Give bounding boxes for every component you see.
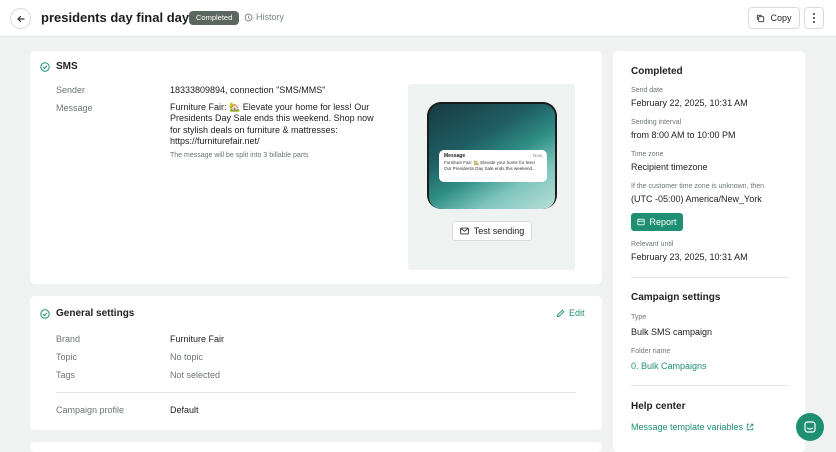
relevant-until-value: February 23, 2025, 10:31 AM — [631, 252, 748, 262]
history-link[interactable]: History — [244, 12, 284, 22]
template-variables-link[interactable]: Message template variables — [631, 422, 754, 432]
phone-preview: Message Now Furniture Fair: 🏡 Elevate yo… — [408, 84, 575, 270]
help-center-title: Help center — [631, 401, 686, 412]
phone-frame: Message Now Furniture Fair: 🏡 Elevate yo… — [427, 102, 557, 209]
topic-value: No topic — [170, 352, 204, 362]
brand-label: Brand — [56, 334, 81, 344]
notification-preview: Message Now Furniture Fair: 🏡 Elevate yo… — [439, 150, 547, 182]
check-circle-icon — [40, 61, 50, 72]
brand-value: Furniture Fair — [170, 334, 225, 344]
sending-interval-value: from 8:00 AM to 10:00 PM — [631, 130, 736, 140]
message-label: Message — [56, 103, 93, 113]
divider — [631, 385, 788, 386]
campaign-profile-value: Default — [170, 405, 199, 415]
status-badge: Completed — [189, 11, 240, 25]
relevant-until-label: Relevant until — [631, 241, 674, 248]
more-options-button[interactable] — [804, 7, 824, 29]
external-link-icon — [746, 423, 754, 431]
page-title: presidents day final days — [41, 10, 197, 25]
general-settings-card: General settings Edit Brand Furniture Fa… — [30, 296, 602, 430]
chat-icon — [804, 421, 816, 433]
copy-label: Copy — [770, 13, 792, 23]
campaign-settings-title: Campaign settings — [631, 292, 721, 303]
type-label: Type — [631, 314, 647, 321]
folder-name-label: Folder name — [631, 348, 671, 355]
notification-title: Message — [444, 153, 466, 159]
split-note: The message will be split into 3 billabl… — [170, 152, 309, 159]
topic-label: Topic — [56, 352, 78, 362]
history-icon — [244, 13, 253, 21]
edit-button[interactable]: Edit — [556, 308, 585, 318]
sender-label: Sender — [56, 85, 86, 95]
check-circle-icon — [40, 308, 50, 319]
back-button[interactable] — [10, 8, 31, 29]
tags-value: Not selected — [170, 370, 221, 380]
more-vertical-icon — [813, 13, 815, 23]
chat-support-button[interactable] — [796, 413, 824, 441]
report-icon — [637, 218, 646, 226]
message-text: Furniture Fair: 🏡 Elevate your home for … — [170, 102, 374, 147]
edit-label: Edit — [569, 308, 585, 318]
template-variables-label: Message template variables — [631, 422, 744, 432]
unknown-tz-label: If the customer time zone is unknown, th… — [631, 183, 765, 190]
notification-time: Now — [532, 153, 542, 158]
tags-label: Tags — [56, 370, 76, 380]
test-sending-label: Test sending — [473, 226, 525, 236]
next-card — [30, 442, 602, 452]
status-title: Completed — [631, 66, 683, 77]
summary-sidebar: Completed Send date February 22, 2025, 1… — [613, 51, 805, 452]
time-zone-value: Recipient timezone — [631, 162, 708, 172]
copy-icon — [757, 14, 765, 22]
campaign-profile-label: Campaign profile — [56, 405, 125, 415]
sender-value: 18333809894, connection "SMS/MMS" — [170, 85, 326, 95]
report-label: Report — [649, 217, 677, 227]
sms-card-title: SMS — [56, 61, 78, 72]
mail-icon — [459, 227, 469, 235]
copy-button[interactable]: Copy — [748, 7, 800, 29]
divider — [631, 277, 788, 278]
phone-screen: Message Now Furniture Fair: 🏡 Elevate yo… — [429, 104, 555, 209]
folder-name-link[interactable]: 0. Bulk Campaigns — [631, 361, 707, 371]
notification-body: Furniture Fair: 🏡 Elevate your home for … — [444, 160, 536, 171]
report-button[interactable]: Report — [631, 213, 683, 231]
pencil-icon — [556, 309, 565, 317]
time-zone-label: Time zone — [631, 151, 664, 158]
arrow-left-icon — [16, 15, 25, 22]
test-sending-button[interactable]: Test sending — [452, 221, 532, 241]
sms-card: SMS Sender 18333809894, connection "SMS/… — [30, 51, 602, 284]
general-settings-title: General settings — [56, 308, 135, 319]
unknown-tz-value: (UTC -05:00) America/New_York — [631, 194, 762, 204]
send-date-value: February 22, 2025, 10:31 AM — [631, 98, 748, 108]
sending-interval-label: Sending interval — [631, 119, 682, 126]
divider — [56, 392, 576, 393]
top-bar: presidents day final days Completed Hist… — [0, 0, 836, 37]
type-value: Bulk SMS campaign — [631, 327, 713, 337]
send-date-label: Send date — [631, 87, 663, 94]
history-label: History — [256, 12, 285, 22]
